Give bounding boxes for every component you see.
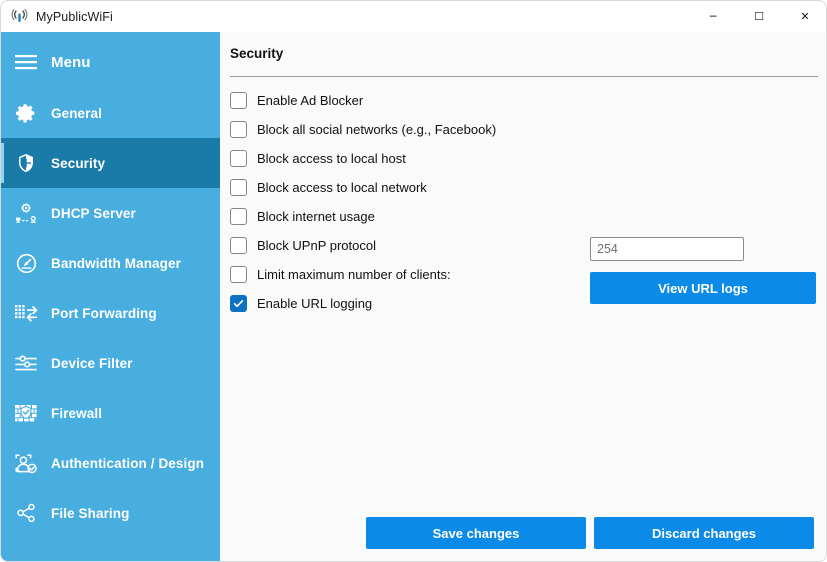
sliders-filter-icon <box>13 350 39 376</box>
option-label: Limit maximum number of clients: <box>257 267 451 282</box>
sidebar: Menu General Security DHCP Server Bandwi… <box>1 32 220 561</box>
sidebar-item-port-forwarding[interactable]: Port Forwarding <box>1 288 220 338</box>
close-icon: ✕ <box>800 10 810 23</box>
sidebar-item-file-sharing[interactable]: File Sharing <box>1 488 220 538</box>
minimize-icon: ─ <box>709 10 717 23</box>
minimize-button[interactable]: ─ <box>690 1 736 32</box>
window-controls: ─ ☐ ✕ <box>690 1 826 32</box>
hamburger-menu-icon <box>13 49 39 75</box>
checkbox-block-local-network[interactable] <box>230 179 247 196</box>
page-title: Security <box>230 46 284 61</box>
maximize-icon: ☐ <box>754 10 764 23</box>
view-url-logs-button[interactable]: View URL logs <box>590 272 816 304</box>
save-changes-button[interactable]: Save changes <box>366 517 586 549</box>
wifi-signal-icon <box>11 8 28 25</box>
option-row-enable-ad-blocker[interactable]: Enable Ad Blocker <box>230 86 818 115</box>
content-pane: Security Enable Ad Blocker Block all soc… <box>220 32 826 561</box>
footer-buttons: Save changes Discard changes <box>220 517 826 549</box>
close-button[interactable]: ✕ <box>782 1 826 32</box>
checkbox-block-internet-usage[interactable] <box>230 208 247 225</box>
title-divider <box>230 76 818 77</box>
sidebar-item-label: Authentication / Design <box>51 455 205 471</box>
sidebar-item-label: Security <box>51 155 106 171</box>
discard-changes-button[interactable]: Discard changes <box>594 517 814 549</box>
app-window: MyPublicWiFi ─ ☐ ✕ Menu General Security… <box>0 0 827 562</box>
sidebar-item-security[interactable]: Security <box>1 138 220 188</box>
gear-icon <box>13 100 39 126</box>
option-label: Block internet usage <box>257 209 375 224</box>
user-auth-icon <box>13 450 39 476</box>
sidebar-item-bandwidth-manager[interactable]: Bandwidth Manager <box>1 238 220 288</box>
sidebar-item-label: Bandwidth Manager <box>51 255 181 271</box>
sidebar-item-firewall[interactable]: Firewall <box>1 388 220 438</box>
option-label: Block UPnP protocol <box>257 238 376 253</box>
option-row-block-local-network[interactable]: Block access to local network <box>230 173 818 202</box>
option-label: Block all social networks (e.g., Faceboo… <box>257 122 497 137</box>
dhcp-server-icon <box>13 200 39 226</box>
max-clients-input[interactable] <box>590 237 744 261</box>
speedometer-icon <box>13 250 39 276</box>
option-row-block-internet-usage[interactable]: Block internet usage <box>230 202 818 231</box>
option-label: Block access to local network <box>257 180 427 195</box>
sidebar-item-device-filter[interactable]: Device Filter <box>1 338 220 388</box>
checkbox-block-upnp-protocol[interactable] <box>230 237 247 254</box>
option-row-block-local-host[interactable]: Block access to local host <box>230 144 818 173</box>
sidebar-item-label: General <box>51 105 102 121</box>
sidebar-item-label: Device Filter <box>51 355 133 371</box>
sidebar-item-label: Firewall <box>51 405 103 421</box>
checkbox-block-social-networks[interactable] <box>230 121 247 138</box>
sidebar-item-general[interactable]: General <box>1 88 220 138</box>
title-bar: MyPublicWiFi ─ ☐ ✕ <box>1 1 826 32</box>
window-title: MyPublicWiFi <box>36 9 113 24</box>
firewall-brick-icon <box>13 400 39 426</box>
sidebar-menu-toggle[interactable]: Menu <box>1 36 220 88</box>
option-label: Enable URL logging <box>257 296 373 311</box>
sidebar-item-dhcp-server[interactable]: DHCP Server <box>1 188 220 238</box>
sidebar-item-label: Port Forwarding <box>51 305 157 321</box>
checkbox-enable-ad-blocker[interactable] <box>230 92 247 109</box>
checkbox-block-local-host[interactable] <box>230 150 247 167</box>
port-forward-icon <box>13 300 39 326</box>
checkbox-limit-max-clients[interactable] <box>230 266 247 283</box>
maximize-button[interactable]: ☐ <box>736 1 782 32</box>
share-nodes-icon <box>13 500 39 526</box>
title-bar-left: MyPublicWiFi <box>1 8 113 25</box>
option-label: Enable Ad Blocker <box>257 93 364 108</box>
sidebar-item-authentication-design[interactable]: Authentication / Design <box>1 438 220 488</box>
sidebar-item-label: File Sharing <box>51 505 130 521</box>
sidebar-menu-label: Menu <box>51 53 91 71</box>
option-row-block-social-networks[interactable]: Block all social networks (e.g., Faceboo… <box>230 115 818 144</box>
option-label: Block access to local host <box>257 151 406 166</box>
shield-icon <box>13 150 39 176</box>
sidebar-item-label: DHCP Server <box>51 205 136 221</box>
checkbox-enable-url-logging[interactable] <box>230 295 247 312</box>
